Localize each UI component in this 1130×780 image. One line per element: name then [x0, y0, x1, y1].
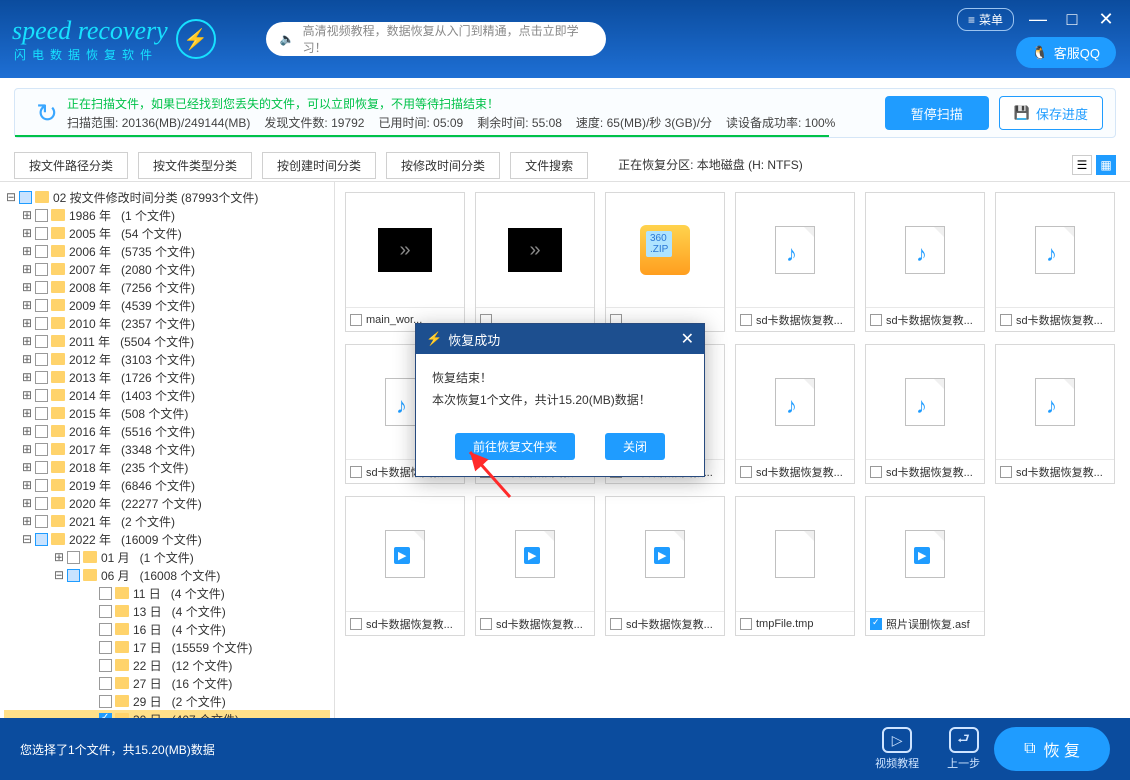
- tree-year[interactable]: ⊞2014 年 (1403 个文件): [4, 386, 330, 404]
- tree-year[interactable]: ⊞2012 年 (3103 个文件): [4, 350, 330, 368]
- qq-support-button[interactable]: 🐧 客服QQ: [1016, 37, 1116, 68]
- file-tree[interactable]: ⊟02 按文件修改时间分类 (87993个文件) ⊞1986 年 (1 个文件)…: [0, 182, 335, 722]
- dialog-line2: 本次恢复1个文件，共计15.20(MB)数据！: [432, 390, 688, 412]
- file-thumbnail[interactable]: sd卡数据恢复教...: [865, 344, 985, 484]
- minimize-button[interactable]: —: [1028, 9, 1048, 30]
- tree-day[interactable]: 16 日 (4 个文件): [4, 620, 330, 638]
- bolt-icon: ⚡: [426, 331, 442, 347]
- tree-year[interactable]: ⊞2013 年 (1726 个文件): [4, 368, 330, 386]
- file-thumbnail[interactable]: sd卡数据恢复教...: [865, 192, 985, 332]
- logo-text: speed recovery: [12, 16, 168, 46]
- tree-day[interactable]: 11 日 (4 个文件): [4, 584, 330, 602]
- tree-year[interactable]: ⊞2006 年 (5735 个文件): [4, 242, 330, 260]
- file-thumbnail[interactable]: sd卡数据恢复教...: [605, 496, 725, 636]
- tree-year[interactable]: ⊞2009 年 (4539 个文件): [4, 296, 330, 314]
- tree-day[interactable]: 29 日 (2 个文件): [4, 692, 330, 710]
- tree-month[interactable]: ⊞01 月 (1 个文件): [4, 548, 330, 566]
- view-list-button[interactable]: ☰: [1072, 155, 1092, 175]
- selection-status: 您选择了1个文件，共15.20(MB)数据: [20, 741, 861, 758]
- tree-year[interactable]: ⊞2008 年 (7256 个文件): [4, 278, 330, 296]
- view-grid-button[interactable]: ▦: [1096, 155, 1116, 175]
- dialog-title: 恢复成功: [448, 330, 500, 349]
- tab-by-path[interactable]: 按文件路径分类: [14, 152, 128, 179]
- save-progress-button[interactable]: 💾保存进度: [999, 96, 1103, 130]
- tutorial-text: 高清视频教程，数据恢复从入门到精通，点击立即学习！: [303, 22, 592, 56]
- tree-year[interactable]: ⊞2020 年 (22277 个文件): [4, 494, 330, 512]
- tab-by-created[interactable]: 按创建时间分类: [262, 152, 376, 179]
- file-thumbnail[interactable]: sd卡数据恢复教...: [345, 496, 465, 636]
- scanning-icon: ↻: [27, 93, 67, 133]
- tree-year[interactable]: ⊞2017 年 (3348 个文件): [4, 440, 330, 458]
- scan-stats: 扫描范围: 20136(MB)/249144(MB) 发现文件数: 19792 …: [67, 114, 875, 131]
- tree-year[interactable]: ⊟2022 年 (16009 个文件): [4, 530, 330, 548]
- tree-month[interactable]: ⊟06 月 (16008 个文件): [4, 566, 330, 584]
- tree-year[interactable]: ⊞2010 年 (2357 个文件): [4, 314, 330, 332]
- tree-year[interactable]: ⊞2019 年 (6846 个文件): [4, 476, 330, 494]
- file-thumbnail[interactable]: sd卡数据恢复教...: [735, 192, 855, 332]
- back-button[interactable]: ⮐上一步: [947, 727, 980, 771]
- tree-year[interactable]: ⊞2007 年 (2080 个文件): [4, 260, 330, 278]
- tree-year[interactable]: ⊞2005 年 (54 个文件): [4, 224, 330, 242]
- logo: speed recovery 闪电数据恢复软件 ⚡: [12, 16, 216, 63]
- recover-icon: ⧉: [1024, 740, 1035, 758]
- recovery-success-dialog: ⚡ 恢复成功 ✕ 恢复结束！ 本次恢复1个文件，共计15.20(MB)数据！ 前…: [415, 323, 705, 477]
- maximize-button[interactable]: □: [1062, 9, 1082, 30]
- tree-day[interactable]: 27 日 (16 个文件): [4, 674, 330, 692]
- tree-day[interactable]: 13 日 (4 个文件): [4, 602, 330, 620]
- pause-scan-button[interactable]: 暂停扫描: [885, 96, 989, 130]
- file-thumbnail[interactable]: sd卡数据恢复教...: [475, 496, 595, 636]
- tab-by-type[interactable]: 按文件类型分类: [138, 152, 252, 179]
- tree-year[interactable]: ⊞2015 年 (508 个文件): [4, 404, 330, 422]
- file-thumbnail[interactable]: sd卡数据恢复教...: [995, 344, 1115, 484]
- dialog-header: ⚡ 恢复成功 ✕: [416, 324, 704, 354]
- scan-status-bar: ↻ 正在扫描文件，如果已经找到您丢失的文件，可以立即恢复，不用等待扫描结束！ 扫…: [14, 88, 1116, 138]
- save-icon: 💾: [1014, 105, 1030, 121]
- category-tabs: 按文件路径分类 按文件类型分类 按创建时间分类 按修改时间分类 文件搜索 正在恢…: [0, 148, 1130, 182]
- dialog-line1: 恢复结束！: [432, 368, 688, 390]
- menu-button[interactable]: ≡菜单: [957, 8, 1014, 31]
- file-thumbnail[interactable]: [605, 192, 725, 332]
- partition-label: 正在恢复分区: 本地磁盘 (H: NTFS): [618, 156, 803, 173]
- tree-day[interactable]: 17 日 (15559 个文件): [4, 638, 330, 656]
- tree-day[interactable]: 22 日 (12 个文件): [4, 656, 330, 674]
- tree-year[interactable]: ⊞1986 年 (1 个文件): [4, 206, 330, 224]
- video-tutorial-button[interactable]: ▷视频教程: [875, 727, 919, 771]
- file-thumbnail[interactable]: sd卡数据恢复教...: [995, 192, 1115, 332]
- tab-search[interactable]: 文件搜索: [510, 152, 588, 179]
- tab-by-modified[interactable]: 按修改时间分类: [386, 152, 500, 179]
- dialog-close-button[interactable]: 关闭: [605, 433, 665, 460]
- dialog-close-icon[interactable]: ✕: [681, 329, 694, 349]
- logo-subtitle: 闪电数据恢复软件: [14, 46, 168, 63]
- file-thumbnail[interactable]: tmpFile.tmp: [735, 496, 855, 636]
- file-thumbnail[interactable]: sd卡数据恢复教...: [735, 344, 855, 484]
- goto-folder-button[interactable]: 前往恢复文件夹: [455, 433, 575, 460]
- footer-bar: 您选择了1个文件，共15.20(MB)数据 ▷视频教程 ⮐上一步 ⧉恢 复: [0, 718, 1130, 780]
- tree-root[interactable]: ⊟02 按文件修改时间分类 (87993个文件): [4, 188, 330, 206]
- recover-button[interactable]: ⧉恢 复: [994, 727, 1110, 771]
- tree-year[interactable]: ⊞2016 年 (5516 个文件): [4, 422, 330, 440]
- file-thumbnail[interactable]: »: [475, 192, 595, 332]
- qq-icon: 🐧: [1032, 45, 1048, 61]
- tree-year[interactable]: ⊞2021 年 (2 个文件): [4, 512, 330, 530]
- scan-hint: 正在扫描文件，如果已经找到您丢失的文件，可以立即恢复，不用等待扫描结束！: [67, 95, 875, 112]
- close-button[interactable]: ✕: [1096, 9, 1116, 30]
- scan-progress: [15, 135, 829, 137]
- speaker-icon: 🔈: [280, 32, 295, 46]
- file-thumbnail[interactable]: 照片误删恢复.asf: [865, 496, 985, 636]
- file-thumbnail[interactable]: »main_wor...: [345, 192, 465, 332]
- title-bar: speed recovery 闪电数据恢复软件 ⚡ 🔈 高清视频教程，数据恢复从…: [0, 0, 1130, 78]
- tree-year[interactable]: ⊞2018 年 (235 个文件): [4, 458, 330, 476]
- lightning-icon: ⚡: [176, 19, 216, 59]
- tutorial-banner[interactable]: 🔈 高清视频教程，数据恢复从入门到精通，点击立即学习！: [266, 22, 606, 56]
- tree-year[interactable]: ⊞2011 年 (5504 个文件): [4, 332, 330, 350]
